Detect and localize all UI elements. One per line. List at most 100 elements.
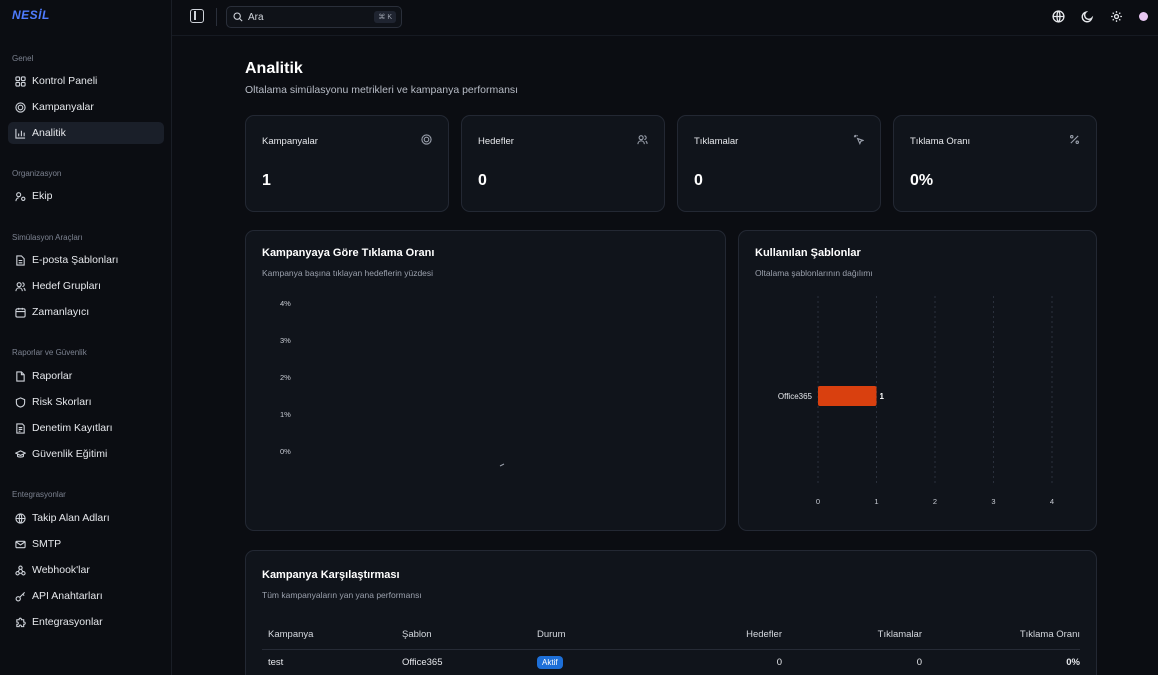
- page-subtitle: Oltalama simülasyonu metrikleri ve kampa…: [245, 84, 519, 96]
- chart-icon: [14, 127, 26, 139]
- calendar-icon: [14, 306, 26, 318]
- topbar: ⌘ K: [172, 0, 1158, 36]
- stat-value: 0: [478, 172, 487, 189]
- sidebar-item-denetim-kayitlari[interactable]: Denetim Kayıtları: [8, 417, 164, 439]
- search-input[interactable]: [248, 11, 368, 23]
- moon-icon[interactable]: [1081, 10, 1094, 23]
- avatar[interactable]: [1139, 12, 1148, 21]
- cell-clicks: 0: [916, 656, 922, 668]
- logo[interactable]: NESİL: [12, 8, 50, 22]
- stat-card-hedefler: Hedefler 0: [461, 115, 665, 212]
- team-icon: [14, 190, 26, 202]
- key-icon: [14, 590, 26, 602]
- category-label: Office365: [778, 392, 813, 401]
- comparison-card: Kampanya Karşılaştırması Tüm kampanyalar…: [245, 550, 1097, 675]
- cell-template: Office365: [402, 656, 443, 668]
- sidebar-item-label: E-posta Şablonları: [32, 254, 119, 266]
- column-header[interactable]: Durum: [537, 621, 687, 650]
- app-root: NESİL Genel Kontrol Paneli Kampanyalar A…: [0, 0, 1158, 675]
- sidebar-item-hedef-gruplari[interactable]: Hedef Grupları: [8, 275, 164, 297]
- sidebar-section-raporlar: Raporlar ve Güvenlik: [12, 348, 87, 357]
- sidebar-item-label: Takip Alan Adları: [32, 512, 110, 524]
- top-actions: [1052, 10, 1148, 23]
- bar: [818, 386, 877, 406]
- dashboard-icon: [14, 75, 26, 87]
- column-header[interactable]: Tıklama Oranı: [922, 621, 1080, 650]
- stat-label: Tıklama Oranı: [910, 136, 971, 147]
- templates-card: Kullanılan Şablonlar Oltalama şablonları…: [738, 230, 1097, 531]
- audit-icon: [14, 422, 26, 434]
- click-rate-card: Kampanyaya Göre Tıklama Oranı Kampanya b…: [245, 230, 726, 531]
- cell-rate: 0%: [1066, 656, 1080, 668]
- sidebar-item-analitik[interactable]: Analitik: [8, 122, 164, 144]
- sidebar-item-takip-alan-adlari[interactable]: Takip Alan Adları: [8, 507, 164, 529]
- sidebar-item-label: Raporlar: [32, 370, 73, 382]
- column-header[interactable]: Hedefler: [687, 621, 782, 650]
- column-header[interactable]: Kampanya: [262, 621, 402, 650]
- baseline-mark: [499, 463, 505, 467]
- card-title: Kampanya Karşılaştırması: [262, 569, 400, 581]
- y-tick-label: 1%: [280, 410, 291, 419]
- sidebar-item-guvenlik-egitimi[interactable]: Güvenlik Eğitimi: [8, 443, 164, 465]
- sidebar-item-label: Zamanlayıcı: [32, 306, 90, 318]
- status-badge: Aktif: [537, 655, 563, 669]
- sidebar-section-genel: Genel: [12, 54, 34, 63]
- y-tick-label: 4%: [280, 299, 291, 308]
- cell-targets: 0: [776, 656, 782, 668]
- sidebar-item-label: Analitik: [32, 127, 66, 139]
- stat-card-kampanyalar: Kampanyalar 1: [245, 115, 449, 212]
- data-label: 1: [880, 392, 885, 401]
- sidebar-item-kontrol-paneli[interactable]: Kontrol Paneli: [8, 70, 164, 92]
- column-header[interactable]: Tıklamalar: [782, 621, 922, 650]
- sidebar-toggle-icon[interactable]: [190, 9, 204, 23]
- sidebar-item-entegrasyonlar[interactable]: Entegrasyonlar: [8, 611, 164, 633]
- webhook-icon: [14, 564, 26, 576]
- stat-value: 0: [694, 172, 703, 189]
- percent-icon: [1069, 134, 1080, 145]
- users-icon: [14, 280, 26, 292]
- stat-label: Kampanyalar: [262, 136, 318, 147]
- sidebar-item-label: Hedef Grupları: [32, 280, 101, 292]
- globe-icon[interactable]: [1052, 10, 1065, 23]
- sidebar-item-label: Kampanyalar: [32, 101, 94, 113]
- stat-value: 0%: [910, 172, 934, 189]
- file-icon: [14, 254, 26, 266]
- search-icon: [233, 12, 243, 22]
- cell-status: Aktif: [537, 649, 687, 675]
- globe-icon: [14, 512, 26, 524]
- sidebar-item-label: Risk Skorları: [32, 396, 92, 408]
- sidebar-item-ekip[interactable]: Ekip: [8, 185, 164, 207]
- sidebar-item-label: SMTP: [32, 538, 62, 550]
- sidebar-item-webhooklar[interactable]: Webhook'lar: [8, 559, 164, 581]
- target-icon: [14, 101, 26, 113]
- sidebar-item-kampanyalar[interactable]: Kampanyalar: [8, 96, 164, 118]
- table-header-row: Kampanya Şablon Durum Hedefler Tıklamala…: [262, 621, 1080, 650]
- sidebar-item-label: Güvenlik Eğitimi: [32, 448, 108, 460]
- page-title: Analitik: [245, 60, 303, 77]
- sidebar-item-api-anahtarlari[interactable]: API Anahtarları: [8, 585, 164, 607]
- table-row[interactable]: test Office365 Aktif 0 0 0%: [262, 649, 1080, 675]
- sidebar-item-risk-skorlari[interactable]: Risk Skorları: [8, 391, 164, 413]
- x-tick-label: 3: [991, 497, 995, 506]
- sidebar-item-zamanlayici[interactable]: Zamanlayıcı: [8, 301, 164, 323]
- y-tick-label: 3%: [280, 336, 291, 345]
- cell-campaign: test: [268, 656, 284, 668]
- sidebar-item-label: Denetim Kayıtları: [32, 422, 113, 434]
- search-shortcut: ⌘ K: [374, 11, 396, 23]
- users-icon: [637, 134, 648, 145]
- column-header[interactable]: Şablon: [402, 621, 537, 650]
- sidebar-section-entegrasyonlar: Entegrasyonlar: [12, 490, 66, 499]
- stat-value: 1: [262, 172, 271, 189]
- sidebar-item-smtp[interactable]: SMTP: [8, 533, 164, 555]
- x-tick-label: 1: [874, 497, 878, 506]
- click-rate-chart: 4% 3% 2% 1% 0%: [280, 299, 505, 467]
- sidebar-item-e-posta-sablonlari[interactable]: E-posta Şablonları: [8, 249, 164, 271]
- search-box[interactable]: ⌘ K: [226, 6, 402, 28]
- mail-icon: [14, 538, 26, 550]
- gear-icon[interactable]: [1110, 10, 1123, 23]
- sidebar-section-simulasyon: Simülasyon Araçları: [12, 233, 83, 242]
- sidebar: NESİL Genel Kontrol Paneli Kampanyalar A…: [0, 0, 172, 675]
- sidebar-item-raporlar[interactable]: Raporlar: [8, 365, 164, 387]
- click-icon: [853, 134, 864, 145]
- x-tick-label: 4: [1050, 497, 1054, 506]
